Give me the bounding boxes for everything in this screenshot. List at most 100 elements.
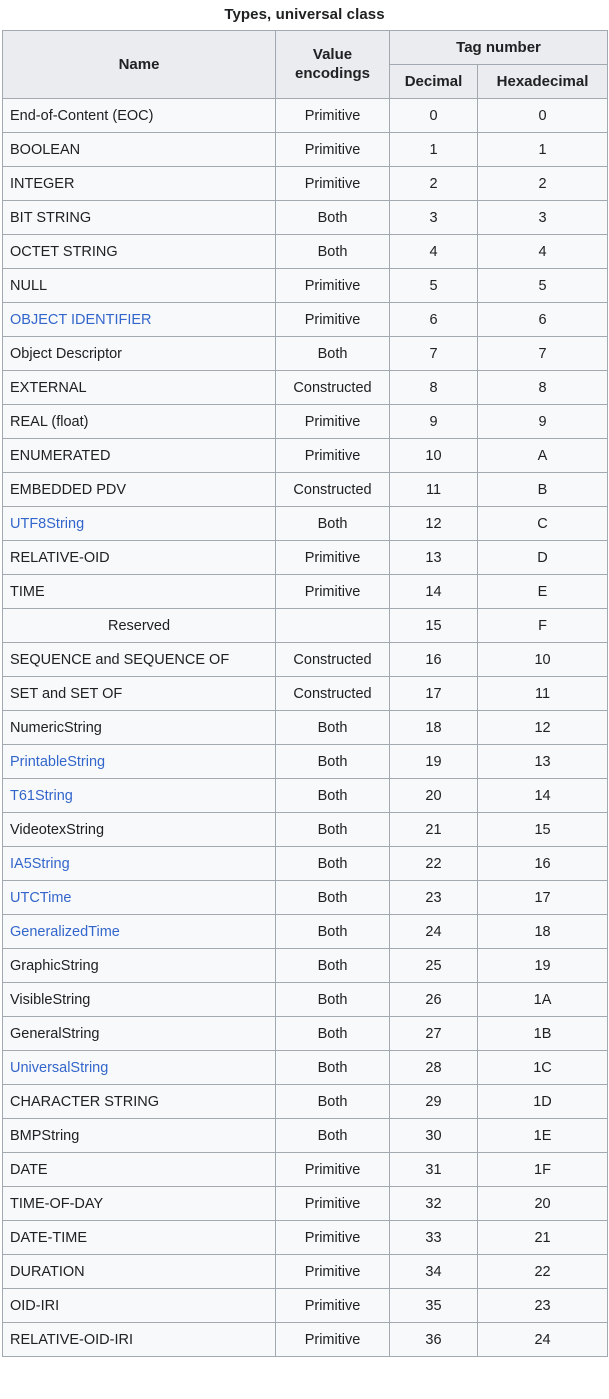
cell-value-encoding: Primitive [275,438,390,473]
cell-value-encoding: Both [275,812,390,847]
cell-name[interactable]: GeneralizedTime [2,914,276,949]
cell-name: INTEGER [2,166,276,201]
cell-tag-hexadecimal: 19 [476,948,609,983]
table-row: REAL (float) Primitive 9 9 [2,404,609,439]
table-row: BOOLEAN Primitive 1 1 [2,132,609,167]
cell-value-encoding: Primitive [275,132,390,167]
type-link[interactable]: UTCTime [10,890,71,906]
type-link[interactable]: PrintableString [10,754,105,770]
cell-tag-decimal: 29 [389,1084,478,1119]
cell-tag-decimal: 9 [389,404,478,439]
table-row: RELATIVE-OID-IRI Primitive 36 24 [2,1322,609,1357]
cell-tag-hexadecimal: 2 [476,166,609,201]
cell-name[interactable]: UTCTime [2,880,276,915]
cell-value-encoding: Both [275,846,390,881]
cell-value-encoding: Primitive [275,98,390,133]
cell-name[interactable]: UniversalString [2,1050,276,1085]
cell-tag-hexadecimal: 1 [476,132,609,167]
table-row: BIT STRING Both 3 3 [2,200,609,235]
type-link[interactable]: GeneralizedTime [10,924,120,940]
cell-name[interactable]: IA5String [2,846,276,881]
cell-tag-decimal: 1 [389,132,478,167]
cell-name: VisibleString [2,982,276,1017]
cell-tag-decimal: 8 [389,370,478,405]
cell-tag-decimal: 36 [389,1322,478,1357]
cell-tag-decimal: 10 [389,438,478,473]
cell-name: SEQUENCE and SEQUENCE OF [2,642,276,677]
cell-name[interactable]: OBJECT IDENTIFIER [2,302,276,337]
cell-value-encoding: Primitive [275,1220,390,1255]
cell-tag-hexadecimal: 1D [476,1084,609,1119]
table-row: INTEGER Primitive 2 2 [2,166,609,201]
cell-name[interactable]: T61String [2,778,276,813]
column-header-name: Name [2,30,276,99]
table-row: PrintableString Both 19 13 [2,744,609,779]
type-link[interactable]: UTF8String [10,516,84,532]
cell-value-encoding: Both [275,336,390,371]
cell-tag-decimal: 7 [389,336,478,371]
cell-tag-decimal: 19 [389,744,478,779]
cell-value-encoding: Both [275,200,390,235]
cell-tag-hexadecimal: E [476,574,609,609]
type-link[interactable]: IA5String [10,856,70,872]
table-row: OCTET STRING Both 4 4 [2,234,609,269]
cell-name: CHARACTER STRING [2,1084,276,1119]
type-link[interactable]: T61String [10,788,73,804]
cell-tag-decimal: 35 [389,1288,478,1323]
table-row: DATE-TIME Primitive 33 21 [2,1220,609,1255]
cell-tag-decimal: 4 [389,234,478,269]
type-link[interactable]: OBJECT IDENTIFIER [10,312,152,328]
cell-tag-decimal: 34 [389,1254,478,1289]
cell-value-encoding: Both [275,506,390,541]
cell-tag-hexadecimal: 10 [476,642,609,677]
cell-tag-decimal: 11 [389,472,478,507]
cell-value-encoding: Primitive [275,1288,390,1323]
table-row: GraphicString Both 25 19 [2,948,609,983]
table-row: ENUMERATED Primitive 10 A [2,438,609,473]
cell-value-encoding: Constructed [275,472,390,507]
cell-tag-decimal: 28 [389,1050,478,1085]
cell-value-encoding: Constructed [275,676,390,711]
type-link[interactable]: UniversalString [10,1060,108,1076]
cell-name: EMBEDDED PDV [2,472,276,507]
cell-tag-decimal: 27 [389,1016,478,1051]
cell-value-encoding: Both [275,982,390,1017]
cell-tag-decimal: 24 [389,914,478,949]
cell-name[interactable]: UTF8String [2,506,276,541]
cell-tag-hexadecimal: D [476,540,609,575]
cell-name: RELATIVE-OID-IRI [2,1322,276,1357]
cell-tag-hexadecimal: 11 [476,676,609,711]
cell-value-encoding: Both [275,1118,390,1153]
cell-tag-decimal: 6 [389,302,478,337]
cell-value-encoding: Primitive [275,302,390,337]
cell-name: BIT STRING [2,200,276,235]
cell-name: GeneralString [2,1016,276,1051]
column-header-hexadecimal: Hexadecimal [476,64,609,99]
cell-name: OID-IRI [2,1288,276,1323]
cell-tag-hexadecimal: 3 [476,200,609,235]
cell-tag-decimal: 12 [389,506,478,541]
cell-tag-decimal: 5 [389,268,478,303]
cell-name: BMPString [2,1118,276,1153]
universal-class-types-table: Name Value encodings Tag number Decimal … [2,30,609,1357]
cell-name-reserved: Reserved [2,608,276,643]
cell-name: VideotexString [2,812,276,847]
cell-value-encoding: Constructed [275,370,390,405]
cell-name[interactable]: PrintableString [2,744,276,779]
cell-name: NumericString [2,710,276,745]
cell-name: BOOLEAN [2,132,276,167]
cell-tag-hexadecimal: 1F [476,1152,609,1187]
cell-tag-hexadecimal: F [476,608,609,643]
cell-value-encoding: Primitive [275,166,390,201]
column-header-decimal: Decimal [389,64,478,99]
table-row: NULL Primitive 5 5 [2,268,609,303]
table-row: EXTERNAL Constructed 8 8 [2,370,609,405]
cell-tag-hexadecimal: 12 [476,710,609,745]
cell-value-encoding: Primitive [275,1254,390,1289]
cell-name: NULL [2,268,276,303]
cell-tag-hexadecimal: 18 [476,914,609,949]
cell-name: ENUMERATED [2,438,276,473]
cell-name: DATE-TIME [2,1220,276,1255]
cell-tag-hexadecimal: 0 [476,98,609,133]
cell-value-encoding: Primitive [275,1152,390,1187]
